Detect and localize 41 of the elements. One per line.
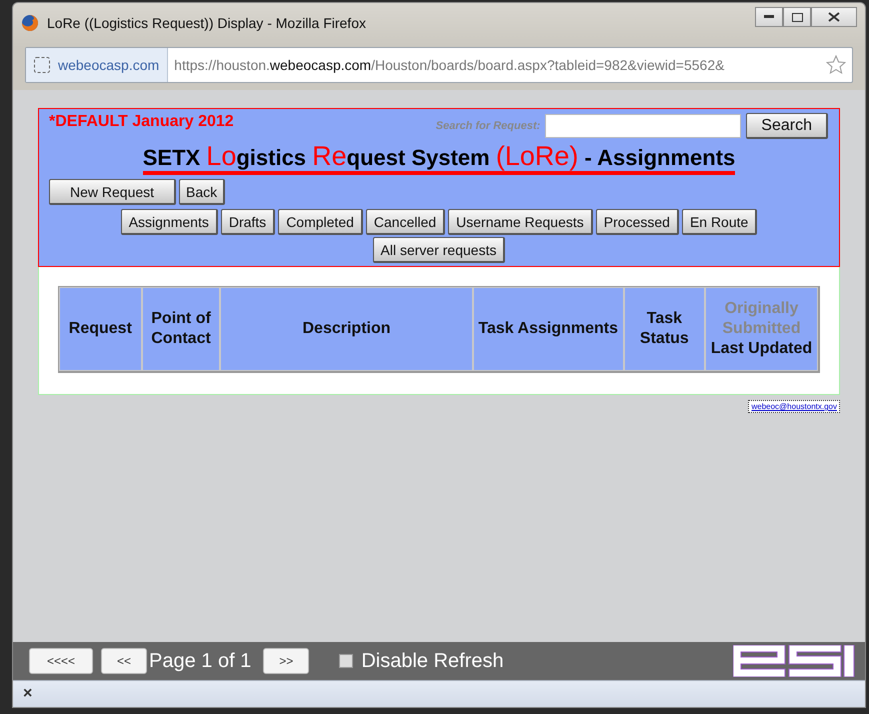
previous-page-button[interactable]: << [101, 648, 147, 674]
star-icon[interactable] [826, 55, 846, 75]
close-icon [828, 12, 840, 22]
page-title: SETX Logistics Request System (LoRe) - Assignments [142, 143, 736, 175]
column-header: Originally Submitted Last Updated [704, 287, 818, 371]
column-header: Task Status [624, 287, 705, 371]
view-button[interactable]: Cancelled [366, 209, 446, 235]
first-page-button[interactable]: <<<< [29, 648, 93, 674]
page-indicator: Page 1 of 1 [149, 650, 252, 672]
browser-logo-icon [21, 14, 39, 32]
view-button[interactable]: Assignments [120, 209, 218, 235]
close-bar-button[interactable]: × [23, 685, 32, 703]
view-button[interactable]: Drafts [220, 209, 276, 235]
view-button[interactable]: Completed [278, 209, 363, 235]
column-header: Task Assignments [472, 287, 624, 371]
window-title: LoRe ((Logistics Request)) Display - Mozilla Firefox [47, 15, 367, 31]
maximize-icon [792, 12, 802, 22]
action-button[interactable]: Back [179, 179, 226, 205]
minimize-button[interactable] [755, 7, 783, 27]
view-button[interactable]: All server requests [372, 237, 506, 263]
refresh-checkbox[interactable] [339, 654, 354, 668]
view-button[interactable]: Username Requests [448, 209, 593, 235]
site-identity-button[interactable]: webeocasp.com [26, 48, 168, 82]
page-icon [34, 57, 50, 73]
search-field[interactable] [545, 114, 742, 138]
view-button[interactable]: En Route [682, 209, 758, 235]
default-label: *DEFAULT January 2012 [49, 113, 234, 131]
maximize-button[interactable] [783, 7, 811, 27]
action-button[interactable]: New Request [49, 179, 176, 205]
contact-link[interactable]: webeoc@houstontx.gov [748, 400, 840, 413]
close-button[interactable] [811, 7, 857, 27]
search-button[interactable]: Search [746, 113, 828, 139]
search-label: Search for Request: [436, 120, 540, 132]
column-header: Request [59, 287, 142, 371]
checkbox-label: Disable Refresh [361, 650, 504, 672]
column-header: Description [220, 287, 473, 371]
url-field[interactable]: https://houston.webeocasp.com/Houston/boards/board.aspx?tableid=982&viewid=5562& [168, 57, 826, 73]
minimize-icon [764, 15, 774, 19]
column-header: Point of Contact [142, 287, 220, 371]
next-page-button[interactable]: >> [263, 648, 310, 674]
view-button[interactable]: Processed [596, 209, 679, 235]
